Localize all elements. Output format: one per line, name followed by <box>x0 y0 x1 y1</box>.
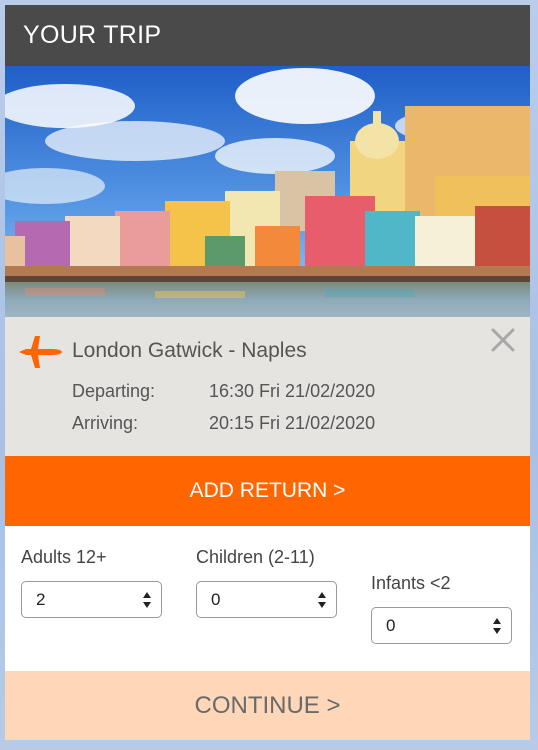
departing-row: Departing: 16:30 Fri 21/02/2020 <box>72 381 375 402</box>
select-arrows-icon <box>493 618 501 634</box>
flight-route: London Gatwick - Naples <box>72 339 307 362</box>
destination-image <box>5 66 530 317</box>
infants-label: Infants <2 <box>371 573 451 593</box>
select-arrows-icon <box>143 592 151 608</box>
arriving-label: Arriving: <box>72 413 139 433</box>
add-return-button[interactable]: ADD RETURN > <box>5 456 530 526</box>
infants-select[interactable]: 0 <box>371 607 512 644</box>
add-return-label: ADD RETURN > <box>189 479 346 502</box>
children-label: Children (2-11) <box>196 547 315 567</box>
departing-label: Departing: <box>72 381 156 401</box>
infants-value: 0 <box>386 616 396 635</box>
continue-label: CONTINUE > <box>194 692 341 719</box>
flight-summary: London Gatwick - Naples Departing: 16:30… <box>5 317 530 456</box>
adults-value: 2 <box>36 590 46 609</box>
select-arrows-icon <box>318 592 326 608</box>
close-icon[interactable] <box>490 327 516 353</box>
adults-select[interactable]: 2 <box>21 581 162 618</box>
passenger-selectors: Adults 12+ 2 Children (2-11) 0 Infants <… <box>5 526 530 671</box>
arriving-row: Arriving: 20:15 Fri 21/02/2020 <box>72 413 375 434</box>
adults-label: Adults 12+ <box>21 547 107 567</box>
trip-panel: YOUR TRIP London Gatwick - Naples Depart… <box>5 5 530 740</box>
trip-header: YOUR TRIP <box>5 5 530 66</box>
children-select[interactable]: 0 <box>196 581 337 618</box>
children-value: 0 <box>211 590 221 609</box>
plane-icon <box>17 331 63 373</box>
departing-value: 16:30 Fri 21/02/2020 <box>209 381 376 401</box>
continue-button[interactable]: CONTINUE > <box>5 671 530 740</box>
arriving-value: 20:15 Fri 21/02/2020 <box>209 413 376 433</box>
trip-title: YOUR TRIP <box>23 21 162 49</box>
